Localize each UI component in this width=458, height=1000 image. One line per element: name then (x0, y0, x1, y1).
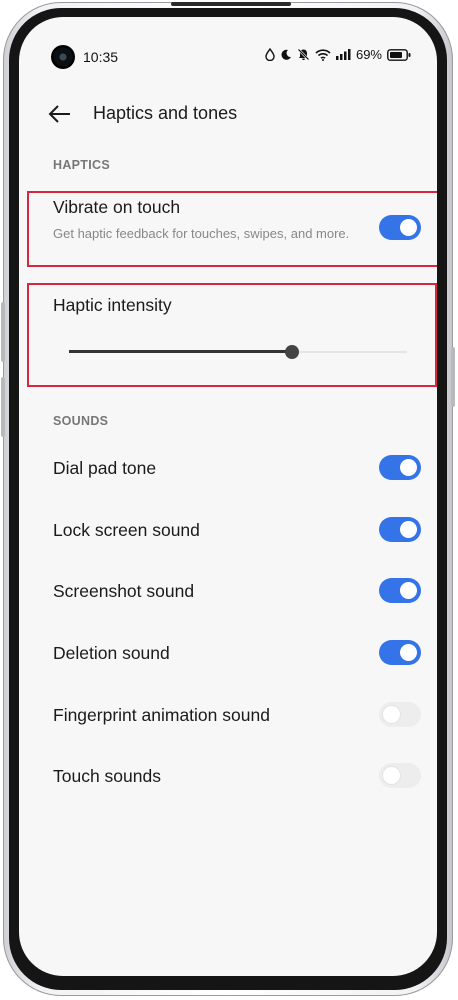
toggle-knob (400, 644, 417, 661)
page-title: Haptics and tones (93, 103, 238, 123)
deletion-sound-title: Deletion sound (53, 643, 170, 663)
toggle-knob (400, 521, 417, 538)
setting-row-dial-pad-tone[interactable]: Dial pad tone (19, 437, 437, 499)
dial-pad-tone-title: Dial pad tone (53, 458, 157, 478)
water-drop-icon (265, 48, 275, 61)
screenshot-sound-toggle[interactable] (379, 578, 421, 603)
deletion-sound-toggle[interactable] (379, 640, 421, 665)
bell-muted-icon (297, 48, 310, 61)
moon-icon (281, 49, 291, 60)
setting-row-lock-screen-sound[interactable]: Lock screen sound (19, 499, 437, 561)
front-camera (51, 45, 75, 69)
earpiece-speaker (171, 2, 291, 6)
screenshot-sound-title: Screenshot sound (53, 581, 195, 601)
touch-sounds-toggle[interactable] (379, 763, 421, 788)
fingerprint-animation-sound-title: Fingerprint animation sound (53, 705, 270, 725)
toggle-knob (383, 706, 400, 723)
highlight-box-intensity (27, 283, 437, 387)
back-arrow-icon[interactable] (47, 101, 73, 127)
setting-row-deletion-sound[interactable]: Deletion sound (19, 622, 437, 684)
status-time: 10:35 (83, 49, 119, 65)
dial-pad-tone-toggle[interactable] (379, 455, 421, 480)
section-label-haptics: HAPTICS (53, 158, 110, 172)
status-icons: 69% (265, 47, 411, 62)
toggle-knob (400, 459, 417, 476)
screen: 10:35 69% Haptics and tones HAPTICS Vibr… (19, 17, 437, 976)
touch-sounds-title: Touch sounds (53, 766, 161, 786)
toggle-knob (383, 767, 400, 784)
battery-percentage: 69% (355, 47, 382, 62)
fingerprint-animation-sound-toggle[interactable] (379, 702, 421, 727)
lock-screen-sound-title: Lock screen sound (53, 520, 200, 540)
status-bar: 10:35 69% (19, 17, 437, 77)
cellular-signal-icon (335, 49, 351, 60)
toggle-knob (400, 582, 417, 599)
setting-row-touch-sounds[interactable]: Touch sounds (19, 745, 437, 807)
battery-icon (387, 48, 411, 61)
volume-down-button (1, 377, 5, 437)
section-label-sounds: SOUNDS (53, 414, 109, 428)
wifi-icon (315, 48, 331, 61)
volume-up-button (1, 302, 5, 362)
highlight-box-vibrate (27, 191, 437, 267)
lock-screen-sound-toggle[interactable] (379, 517, 421, 542)
bezel: 10:35 69% Haptics and tones HAPTICS Vibr… (9, 8, 447, 990)
setting-row-screenshot-sound[interactable]: Screenshot sound (19, 560, 437, 622)
phone-frame: 10:35 69% Haptics and tones HAPTICS Vibr… (1, 2, 455, 996)
setting-row-fingerprint-animation-sound[interactable]: Fingerprint animation sound (19, 684, 437, 746)
power-button (451, 347, 455, 407)
